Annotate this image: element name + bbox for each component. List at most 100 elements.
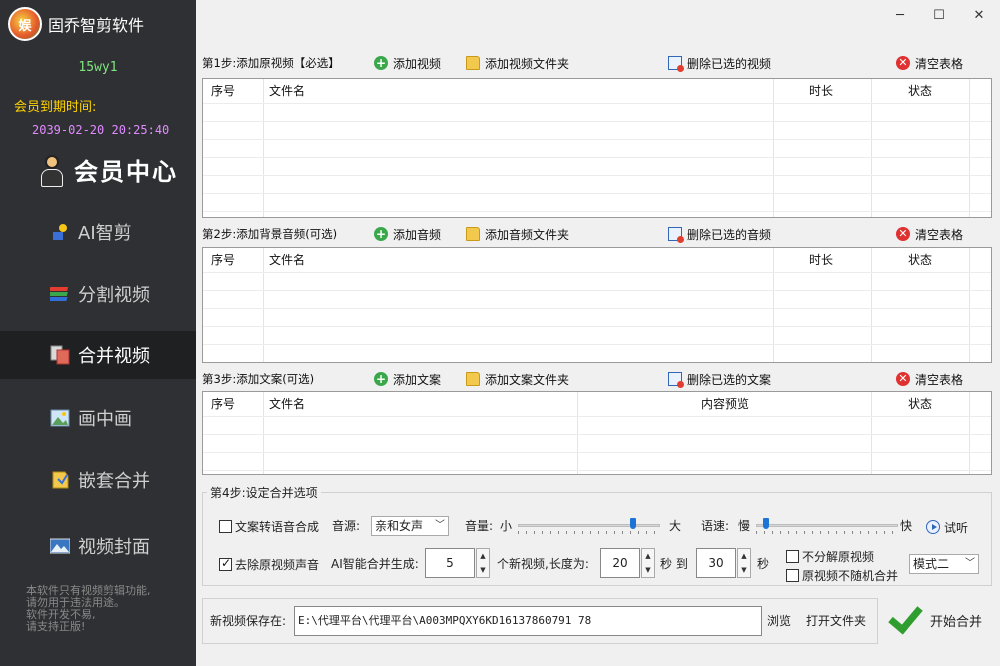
audio-table[interactable]: 序号 文件名 时长 状态 [202,247,992,363]
text-table[interactable]: 序号 文件名 内容预览 状态 [202,391,992,475]
volume-high-label: 大 [669,519,682,533]
min-length-input[interactable]: 20 [600,548,640,578]
add-video-button[interactable]: + 添加视频 [374,52,441,74]
volume-label: 音量: [465,519,494,533]
add-text-folder-button[interactable]: 添加文案文件夹 [466,368,569,390]
no-split-checkbox-box[interactable] [786,549,799,563]
ai-cut-icon [50,222,70,242]
column-header: 序号 [211,253,236,267]
max-length-spinner[interactable]: ▲ ▼ [737,548,751,578]
nest-merge-icon [50,470,70,490]
add-text-button[interactable]: + 添加文案 [374,368,441,390]
app-logo: 娱 [8,7,42,41]
play-icon [926,520,940,534]
speed-high-label: 快 [900,519,913,533]
delete-selected-text-button[interactable]: 删除已选的文案 [668,368,771,390]
add-icon: + [374,372,388,386]
step3-toolbar: 第3步:添加文案(可选) [202,368,992,390]
column-header: 文件名 [269,397,306,411]
checkmark-icon [884,603,918,637]
clear-icon: ✕ [896,372,910,386]
expire-time: 2039-02-20 20:25:40 [32,123,170,137]
nav-item-picture-in-picture[interactable]: 画中画 [0,394,196,442]
no-random-checkbox-box[interactable] [786,568,799,582]
open-folder-button[interactable]: 打开文件夹 [806,611,866,631]
video-count-spinner[interactable]: ▲ ▼ [476,548,490,578]
nav-item-label: 分割视频 [78,285,150,306]
split-video-icon [48,284,70,304]
speed-slider[interactable] [756,516,898,536]
clear-icon: ✕ [896,227,910,241]
ai-merge-label: AI智能合并生成: [331,557,419,571]
nav-item-nest-merge[interactable]: 嵌套合并 [0,456,196,504]
no-random-checkbox[interactable]: 原视频不随机合并 [786,566,898,584]
delete-list-icon [668,372,684,388]
notice-text: 本软件只有视频剪辑功能, 请勿用于违法用途。 软件开发不易, 请支持正版! [26,584,151,633]
chevron-down-icon: ﹀ [435,520,445,531]
nav-item-label: AI智剪 [78,223,132,244]
add-audio-button[interactable]: + 添加音频 [374,223,441,245]
nav-item-label: 嵌套合并 [78,471,150,492]
delete-list-icon [668,227,684,243]
nav-item-label: 画中画 [78,409,132,430]
minimize-button[interactable]: ─ [885,6,915,26]
remove-audio-checkbox-box[interactable] [219,556,232,571]
voice-select[interactable]: 亲和女声 ﹀ [371,516,449,536]
add-video-folder-button[interactable]: 添加视频文件夹 [466,52,569,74]
volume-slider[interactable] [518,516,660,536]
app-header: 娱 固乔智剪软件 [8,7,144,41]
start-merge-button[interactable]: 开始合并 [882,594,992,646]
video-table[interactable]: 序号 文件名 时长 状态 [202,78,992,218]
column-header: 内容预览 [701,397,750,411]
output-label: 新视频保存在: [210,614,287,628]
column-header: 序号 [211,397,236,411]
tts-checkbox[interactable]: 文案转语音合成 [219,517,319,535]
add-audio-folder-button[interactable]: 添加音频文件夹 [466,223,569,245]
column-header: 时长 [809,253,834,267]
video-count-input[interactable]: 5 [425,548,475,578]
mode-select[interactable]: 模式二 ﹀ [909,554,979,574]
nav-item-split-video[interactable]: 分割视频 [0,270,196,318]
tts-checkbox-box[interactable] [219,519,232,533]
clear-audio-table-button[interactable]: ✕ 清空表格 [896,223,963,245]
min-length-spinner[interactable]: ▲ ▼ [641,548,655,578]
nav-item-label: 视频封面 [78,537,150,558]
nav-item-video-cover[interactable]: 视频封面 [0,522,196,570]
column-header: 文件名 [269,84,306,98]
sidebar: 娱 固乔智剪软件 15wy1 会员到期时间: 2039-02-20 20:25:… [0,0,196,666]
member-center-button[interactable]: 会员中心 [38,152,178,187]
close-button[interactable]: ✕ [964,6,994,26]
nav-item-merge-video[interactable]: 合并视频 [0,331,196,379]
voice-label: 音源: [332,519,361,533]
delete-list-icon [668,56,684,72]
speed-slider-thumb[interactable] [763,518,769,529]
chevron-down-icon: ﹀ [965,558,975,569]
add-icon: + [374,56,388,70]
picture-in-picture-icon [50,408,70,428]
no-split-checkbox[interactable]: 不分解原视频 [786,547,874,565]
clear-text-table-button[interactable]: ✕ 清空表格 [896,368,963,390]
maximize-button[interactable]: ☐ [924,6,954,26]
volume-low-label: 小 [500,519,513,533]
column-header: 时长 [809,84,834,98]
browse-button[interactable]: 浏览 [767,611,791,631]
step3-label: 第3步:添加文案(可选) [202,372,315,386]
volume-slider-thumb[interactable] [630,518,636,529]
step2-toolbar: 第2步:添加背景音频(可选) [202,223,992,245]
delete-selected-audio-button[interactable]: 删除已选的音频 [668,223,771,245]
clear-icon: ✕ [896,56,910,70]
to-label: 秒 到 [660,557,688,571]
column-header: 状态 [908,253,933,267]
folder-icon [466,227,480,241]
column-header: 文件名 [269,253,306,267]
clear-video-table-button[interactable]: ✕ 清空表格 [896,52,963,74]
nav-item-ai-cut[interactable]: AI智剪 [0,208,196,256]
add-icon: + [374,227,388,241]
delete-selected-video-button[interactable]: 删除已选的视频 [668,52,771,74]
remove-audio-checkbox[interactable]: 去除原视频声音 [219,555,319,573]
nav-item-label: 合并视频 [78,346,150,367]
listen-button[interactable]: 试听 [926,516,968,538]
folder-icon [466,372,480,386]
output-path-input[interactable]: E:\代理平台\代理平台\A003MPQXY6KD16137860791 78 [294,606,762,636]
max-length-input[interactable]: 30 [696,548,736,578]
